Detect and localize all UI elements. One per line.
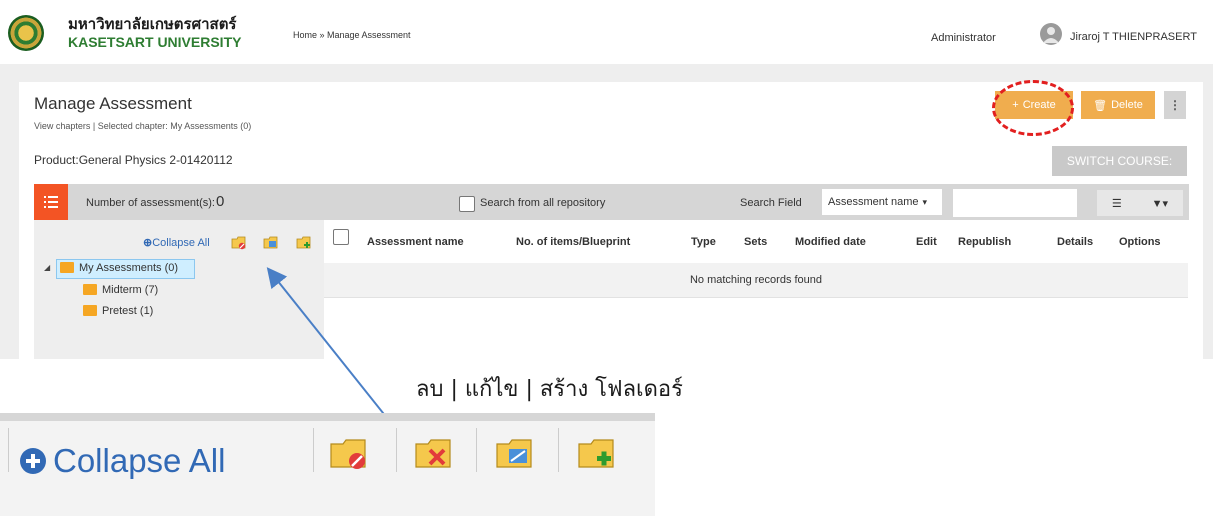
search-all-label: Search from all repository [480, 197, 606, 209]
tree-node-midterm[interactable]: Midterm (7) [102, 284, 158, 296]
trash-icon: 🗑 [1093, 99, 1108, 112]
avatar[interactable] [1040, 23, 1062, 45]
plus-circle-icon [20, 448, 46, 474]
zoomed-collapse-all: Collapse All [19, 442, 225, 480]
separator [558, 428, 559, 472]
folder-actions-annotation: ลบ | แก้ไข | สร้าง โฟลเดอร์ [416, 377, 683, 402]
product-label: Product:General Physics 2-01420112 [34, 153, 233, 167]
tree-expand-toggle[interactable]: ◢ [44, 263, 50, 272]
list-icon [44, 196, 58, 208]
zoomed-folder-edit-icon [496, 439, 532, 468]
folder-add-icon[interactable] [296, 236, 312, 250]
tree-node-label: My Assessments (0) [79, 262, 179, 274]
column-options[interactable]: Options [1119, 236, 1161, 248]
delete-button-label: Delete [1111, 99, 1143, 111]
folder-delete-icon[interactable] [231, 236, 247, 250]
vertical-ellipsis-icon: ⋮ [1169, 98, 1181, 112]
page-title: Manage Assessment [34, 94, 192, 113]
zoomed-folder-add-icon [578, 439, 614, 468]
folder-icon [83, 284, 97, 295]
zoomed-folder-delete-icon [330, 439, 366, 469]
column-edit[interactable]: Edit [916, 236, 937, 248]
more-options-button[interactable]: ⋮ [1164, 91, 1186, 119]
breadcrumb[interactable]: Home » Manage Assessment [293, 30, 411, 40]
search-field-select[interactable]: Assessment name ▾ [822, 189, 942, 215]
collapse-all-link[interactable]: ⊕Collapse All [143, 236, 210, 249]
folder-icon [83, 305, 97, 316]
search-field-value: Assessment name [828, 196, 919, 208]
filter-icon: ▼▾ [1151, 197, 1169, 210]
separator [8, 428, 9, 472]
switch-course-button[interactable]: SWITCH COURSE: [1052, 146, 1187, 176]
search-all-checkbox[interactable] [459, 196, 475, 212]
select-all-checkbox[interactable] [333, 229, 349, 245]
separator [476, 428, 477, 472]
tree-node-pretest[interactable]: Pretest (1) [102, 305, 153, 317]
column-type[interactable]: Type [691, 236, 716, 248]
list-toggle-button[interactable] [34, 184, 68, 220]
column-republish[interactable]: Republish [958, 236, 1011, 248]
university-name-english: KASETSART UNIVERSITY [68, 34, 242, 50]
folder-edit-icon[interactable] [263, 236, 279, 250]
zoomed-toolbar-top-edge [0, 413, 655, 421]
column-modified-date[interactable]: Modified date [795, 236, 866, 248]
collapse-all-label: Collapse All [152, 237, 210, 249]
zoomed-collapse-all-label: Collapse All [53, 442, 226, 479]
assessment-count-label: Number of assessment(s): [86, 197, 215, 209]
column-assessment-name[interactable]: Assessment name [367, 236, 464, 248]
separator [396, 428, 397, 472]
user-name[interactable]: Jiraroj T THIENPRASERT [1070, 31, 1197, 43]
folder-icon [60, 262, 74, 273]
create-highlight-ring [992, 80, 1074, 136]
view-options-button[interactable]: ☰ ▼▾ [1097, 190, 1183, 216]
page-subtitle: View chapters | Selected chapter: My Ass… [34, 121, 252, 131]
chevron-down-icon: ▾ [922, 196, 928, 207]
search-input[interactable] [953, 189, 1077, 217]
delete-button[interactable]: 🗑 Delete [1081, 91, 1155, 119]
empty-table-message: No matching records found [324, 263, 1188, 298]
zoomed-folder-remove-icon [415, 439, 451, 468]
university-logo [8, 15, 44, 51]
separator [313, 428, 314, 472]
search-field-label: Search Field [740, 197, 802, 209]
university-name-thai: มหาวิทยาลัยเกษตรศาสตร์ [68, 15, 237, 33]
plus-circle-icon: ⊕ [143, 237, 153, 249]
column-items-blueprint[interactable]: No. of items/Blueprint [516, 236, 630, 248]
column-details[interactable]: Details [1057, 236, 1093, 248]
role-label[interactable]: Administrator [931, 32, 996, 44]
assessment-count-value: 0 [216, 193, 225, 210]
column-sets[interactable]: Sets [744, 236, 767, 248]
list-view-icon: ☰ [1111, 197, 1122, 210]
